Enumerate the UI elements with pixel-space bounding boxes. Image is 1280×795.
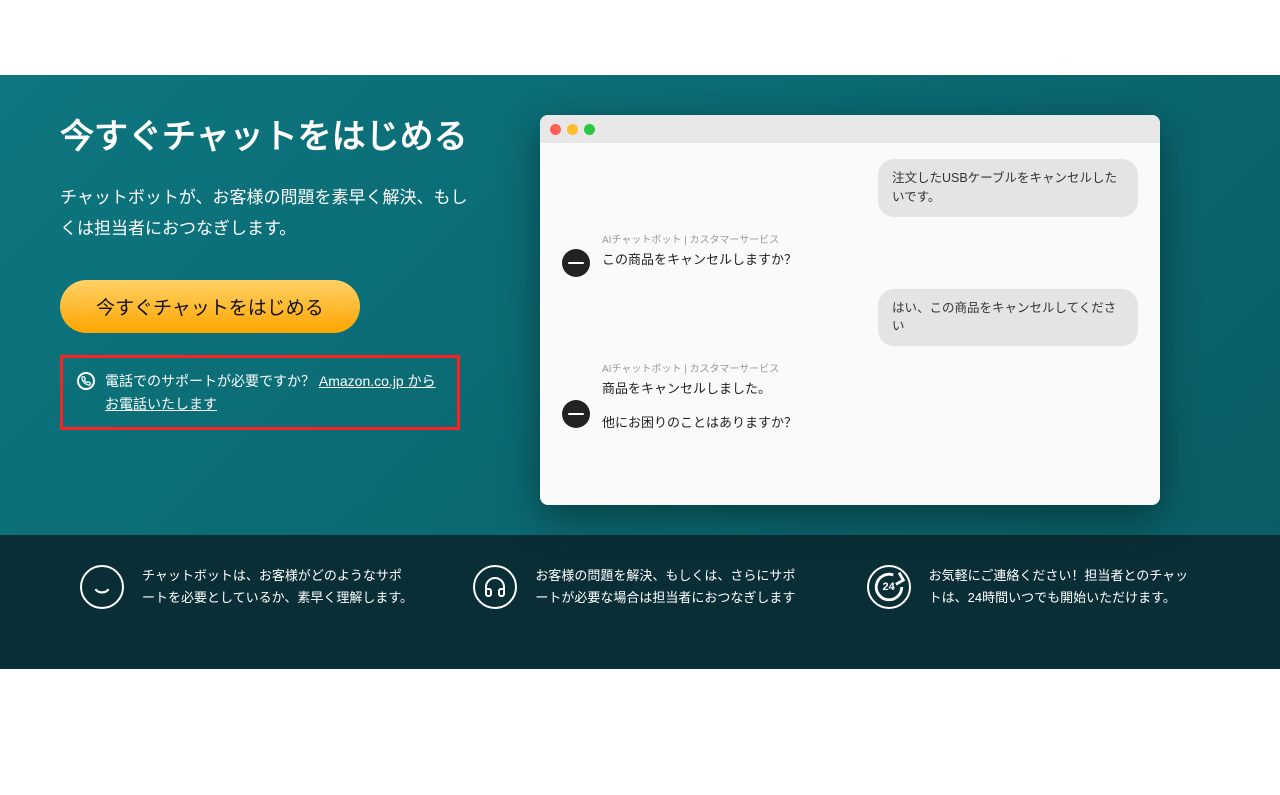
clock-24-label: 24 <box>883 581 895 593</box>
hero-content: 今すぐチャットをはじめる チャットボットが、お客様の問題を素早く解決、もしくは担… <box>60 115 480 505</box>
bot-message-row: AIチャットボット | カスタマーサービス この商品をキャンセルしますか？ <box>562 231 1138 277</box>
footer-text: チャットボットは、お客様がどのようなサポートを必要としているか、素早く理解します… <box>142 565 413 609</box>
bot-avatar-icon <box>562 249 590 277</box>
minimize-icon <box>567 124 578 135</box>
clock-24-icon: 24 <box>867 565 911 609</box>
bot-avatar-icon <box>562 400 590 428</box>
hero-title: 今すぐチャットをはじめる <box>60 115 480 159</box>
hero-description: チャットボットが、お客様の問題を素早く解決、もしくは担当者におつなぎします。 <box>60 183 480 244</box>
bot-message-row: AIチャットボット | カスタマーサービス 商品をキャンセルしました。 他にお困… <box>562 360 1138 436</box>
window-titlebar <box>540 115 1160 143</box>
phone-support-box: 電話でのサポートが必要ですか？ Amazon.co.jp からお電話いたします <box>60 355 460 430</box>
phone-icon <box>77 372 95 390</box>
smile-icon <box>80 565 124 609</box>
footer-feature: 24 お気軽にご連絡ください！担当者とのチャットは、24時間いつでも開始いただけ… <box>867 565 1200 609</box>
headset-icon <box>473 565 517 609</box>
bot-label: AIチャットボット | カスタマーサービス <box>602 231 1138 246</box>
bot-message: この商品をキャンセルしますか？ <box>602 250 1138 270</box>
phone-support-text: 電話でのサポートが必要ですか？ Amazon.co.jp からお電話いたします <box>105 370 443 415</box>
user-message: はい、この商品をキャンセルしてください <box>878 289 1138 347</box>
hero-section: 今すぐチャットをはじめる チャットボットが、お客様の問題を素早く解決、もしくは担… <box>0 75 1280 535</box>
footer-section: チャットボットは、お客様がどのようなサポートを必要としているか、素早く理解します… <box>0 535 1280 669</box>
user-message: 注文したUSBケーブルをキャンセルしたいです。 <box>878 159 1138 217</box>
maximize-icon <box>584 124 595 135</box>
start-chat-button[interactable]: 今すぐチャットをはじめる <box>60 280 360 333</box>
footer-text: お気軽にご連絡ください！担当者とのチャットは、24時間いつでも開始いただけます。 <box>929 565 1200 609</box>
footer-text: お客様の問題を解決、もしくは、さらにサポートが必要な場合は担当者におつなぎします <box>535 565 806 609</box>
footer-feature: お客様の問題を解決、もしくは、さらにサポートが必要な場合は担当者におつなぎします <box>473 565 806 609</box>
close-icon <box>550 124 561 135</box>
bot-label: AIチャットボット | カスタマーサービス <box>602 360 1138 375</box>
chat-window-mockup: 注文したUSBケーブルをキャンセルしたいです。 AIチャットボット | カスタマ… <box>540 115 1160 505</box>
bot-message: 他にお困りのことはありますか？ <box>602 413 1138 433</box>
chat-body: 注文したUSBケーブルをキャンセルしたいです。 AIチャットボット | カスタマ… <box>540 143 1160 464</box>
footer-feature: チャットボットは、お客様がどのようなサポートを必要としているか、素早く理解します… <box>80 565 413 609</box>
bot-message: 商品をキャンセルしました。 <box>602 379 1138 399</box>
